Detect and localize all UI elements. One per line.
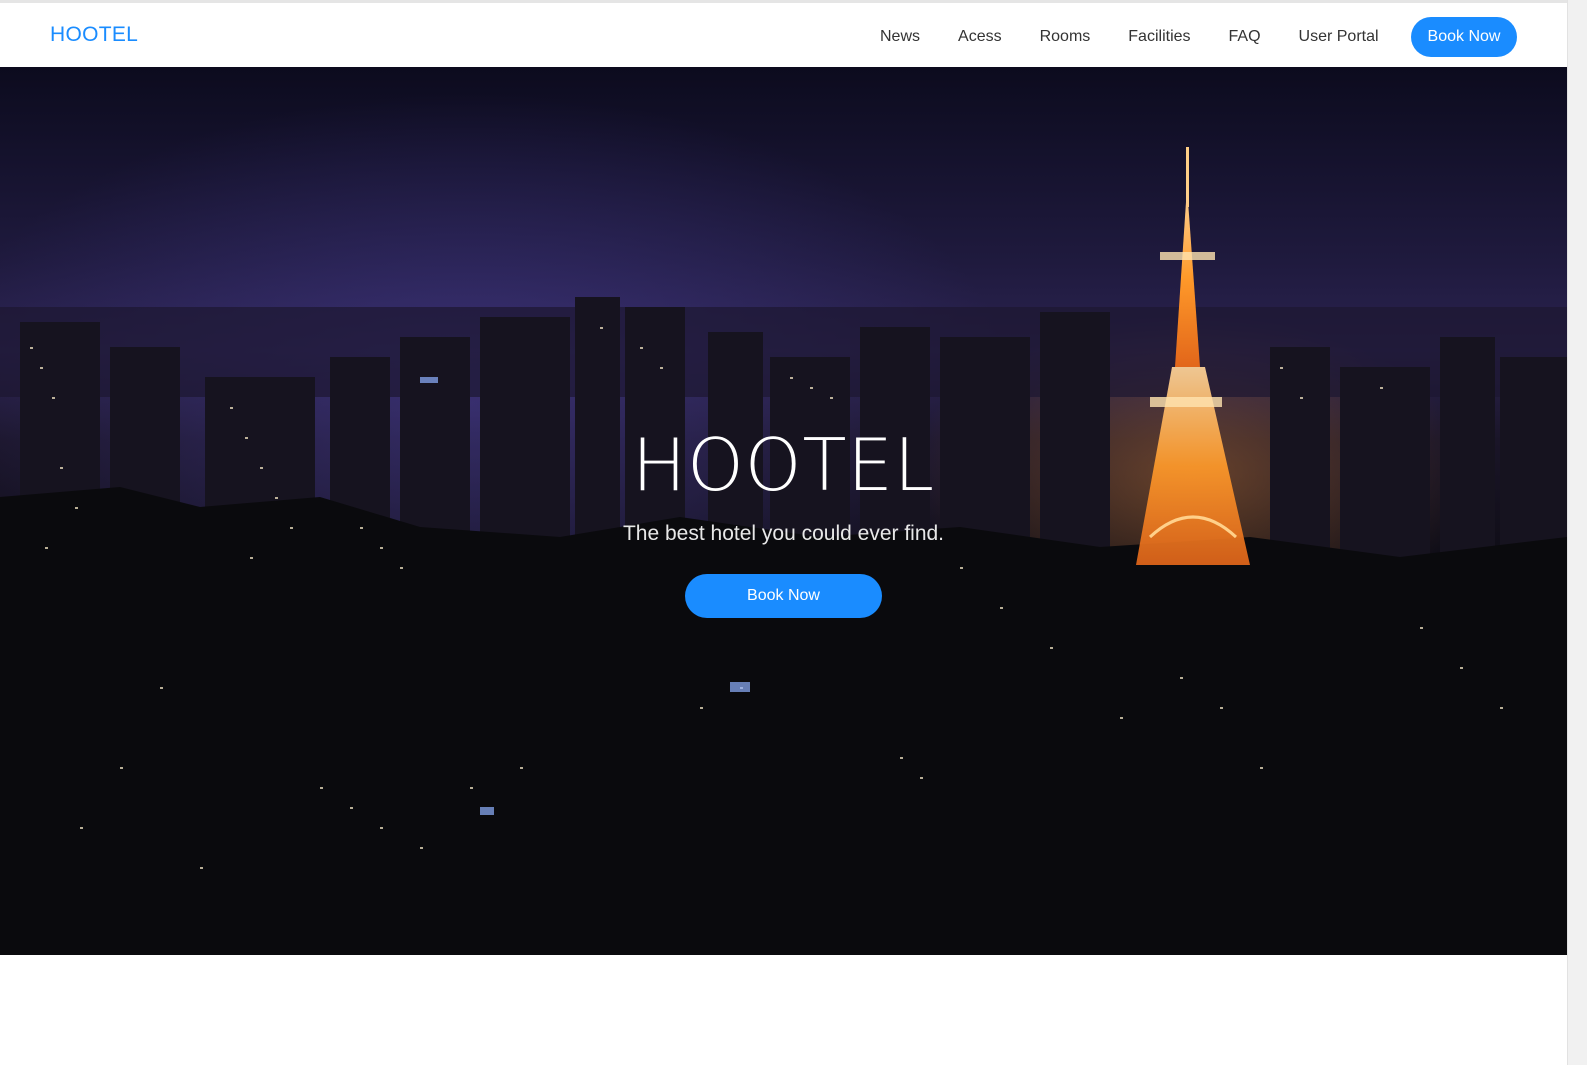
brand-logo-link[interactable]: HOOTEL [50,23,138,47]
top-navbar: HOOTEL News Acess Rooms Facilities FAQ U… [0,0,1587,67]
nav-menu: News Acess Rooms Facilities FAQ User Por… [861,3,1398,70]
nav-link-rooms[interactable]: Rooms [1021,3,1110,70]
hero-section: HOOTEL The best hotel you could ever fin… [0,67,1567,955]
nav-link-user-portal[interactable]: User Portal [1280,3,1398,70]
nav-book-now-button[interactable]: Book Now [1411,17,1517,57]
content-area-below-hero [0,955,1567,1065]
nav-link-news[interactable]: News [861,3,939,70]
nav-link-faq[interactable]: FAQ [1210,3,1280,70]
page-scrollbar[interactable] [1567,0,1587,1065]
nav-link-access[interactable]: Acess [939,3,1021,70]
hero-title: HOOTEL [631,423,936,507]
hero-book-now-button[interactable]: Book Now [685,574,882,618]
hero-background-photo [0,67,1567,955]
nav-link-facilities[interactable]: Facilities [1109,3,1209,70]
hero-subtitle: The best hotel you could ever find. [622,522,945,545]
